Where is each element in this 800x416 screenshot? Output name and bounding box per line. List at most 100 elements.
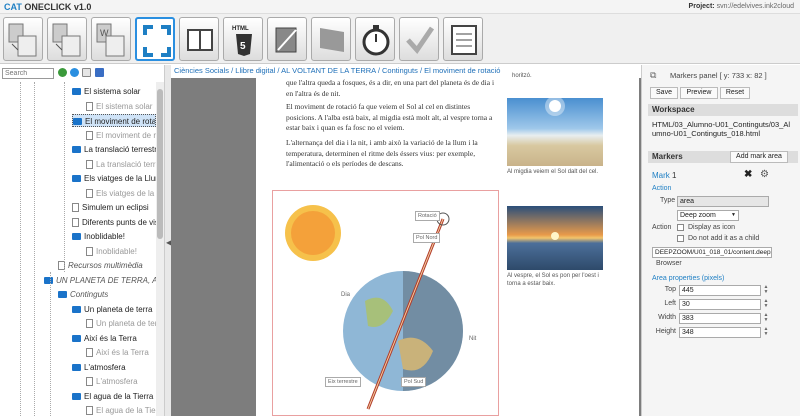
page-icon: [86, 348, 93, 358]
tree-scrollbar-thumb[interactable]: [157, 89, 163, 239]
svg-text:HTML: HTML: [232, 26, 249, 32]
page-icon: [72, 203, 79, 213]
sync-icon[interactable]: [70, 68, 79, 77]
folder-icon: [72, 363, 81, 371]
tree-node[interactable]: Inoblidable!: [72, 230, 156, 243]
tree-node[interactable]: Un planeta de terra: [72, 303, 156, 316]
prop-label-left: Left: [664, 300, 676, 307]
tree-node[interactable]: El moviment de rotació: [86, 129, 156, 142]
book-button[interactable]: [179, 17, 219, 61]
tree-node[interactable]: UN PLANETA DE TERRA, AIRE I AIGUA: [44, 274, 156, 287]
paragraph-2: L'alternança del dia i la nit, i amb aix…: [286, 138, 478, 168]
prop-input-left[interactable]: 30: [679, 299, 761, 310]
tree-node[interactable]: Continguts: [58, 288, 156, 301]
tree-node[interactable]: L'atmosfera: [72, 361, 156, 374]
sunset-photo: [507, 206, 603, 270]
tree-node-label: Inoblidable!: [84, 232, 125, 241]
browser-button[interactable]: Browser: [656, 260, 682, 267]
markers-button[interactable]: [135, 17, 175, 61]
tree-node[interactable]: Diferents punts de vista: [72, 216, 156, 229]
tree-node[interactable]: El moviment de rotació: [72, 114, 156, 127]
prop-input-height[interactable]: 348: [679, 327, 761, 338]
tree-node[interactable]: Recursos multimèdia: [58, 259, 156, 272]
reset-button[interactable]: Reset: [720, 87, 750, 99]
tree-node[interactable]: El agua de la Tierra: [72, 390, 156, 403]
not-child-checkbox[interactable]: [677, 235, 684, 242]
preview-button[interactable]: Preview: [680, 87, 718, 99]
settings-icon[interactable]: ⚙: [760, 169, 769, 180]
tree-node[interactable]: Un planeta de terra: [86, 317, 156, 330]
document-button[interactable]: [443, 17, 483, 61]
tree-node[interactable]: El sistema solar: [86, 100, 156, 113]
tree-node[interactable]: L'atmosfera: [86, 375, 156, 388]
collapse-icon[interactable]: [82, 68, 91, 77]
tree-node-label: Un planeta de terra: [84, 304, 153, 314]
stepper-icon[interactable]: ▲ ▼: [762, 285, 770, 296]
prop-input-top[interactable]: 445: [679, 285, 761, 296]
tree-node[interactable]: Els viatges de la Llum: [72, 172, 156, 185]
tree-node[interactable]: Inoblidable!: [86, 245, 156, 258]
not-child-label: Do not add it as a child: [688, 235, 760, 242]
tree-node-label: UN PLANETA DE TERRA, AIRE I AIGUA: [56, 275, 156, 285]
add-mark-area-button[interactable]: Add mark area: [730, 151, 788, 163]
tree-node-label: Diferents punts de vista: [82, 217, 156, 227]
mark-title[interactable]: Mark 1: [652, 171, 676, 180]
tree-node[interactable]: Així és la Terra: [72, 332, 156, 345]
page-icon: [72, 217, 79, 227]
save-button[interactable]: Save: [650, 87, 678, 99]
display-as-icon-checkbox[interactable]: [677, 224, 684, 231]
timer-button[interactable]: [355, 17, 395, 61]
label-rotation: Rotació: [415, 211, 440, 221]
tree-node-label: El moviment de rotació: [85, 117, 156, 126]
folder-icon: [72, 175, 81, 183]
page-icon: [86, 406, 93, 416]
tree-guide-line: [20, 82, 21, 416]
type-label: Type: [660, 197, 676, 204]
deepzoom-path-field[interactable]: DEEPZOOM/U01_018_01/content.deepz: [652, 247, 772, 258]
type-field[interactable]: area: [677, 196, 769, 207]
slash-button[interactable]: [267, 17, 307, 61]
search-input[interactable]: [2, 68, 54, 79]
stepper-icon[interactable]: ▲ ▼: [762, 327, 770, 338]
chevron-down-icon: ▼: [731, 212, 736, 218]
prop-input-width[interactable]: 383: [679, 313, 761, 324]
folder-icon: [72, 392, 81, 400]
svg-text:5: 5: [240, 41, 246, 52]
tree-node[interactable]: Així és la Terra: [86, 346, 156, 359]
tree-node[interactable]: La translació terrestre: [72, 143, 156, 156]
check-button[interactable]: [399, 17, 439, 61]
flag-button[interactable]: [311, 17, 351, 61]
caption-sunset: Al vespre, el Sol es pon per l'oest i to…: [507, 273, 599, 287]
word-to-html-button[interactable]: W: [91, 17, 131, 61]
app-title: CAT ONECLICK v1.0: [4, 2, 92, 12]
html-to-html-button[interactable]: [47, 17, 87, 61]
label-north-pole: Pol Nord: [413, 233, 441, 243]
stepper-icon[interactable]: ▲ ▼: [762, 313, 770, 324]
tree-guide-line: [34, 82, 35, 416]
mark-area-1[interactable]: Rotació Pol Nord Dia Nit Eix terrestre P…: [272, 190, 499, 416]
tree-node[interactable]: Simulem un eclipsi: [72, 201, 156, 214]
pdf-to-html-button[interactable]: [3, 17, 43, 61]
folder-icon: [58, 291, 67, 299]
tree-node[interactable]: Els viatges de la Llum: [86, 187, 156, 200]
zoom-select[interactable]: Deep zoom ▼: [677, 210, 739, 221]
markers-icon: [143, 25, 171, 57]
refresh-icon[interactable]: [58, 68, 67, 77]
page-icon: [86, 188, 93, 198]
expand-icon[interactable]: [95, 68, 104, 77]
tree-node-label: Els viatges de la Llum: [96, 188, 156, 198]
display-as-icon-label: Display as icon: [688, 224, 736, 231]
tree-node-label: Continguts: [70, 290, 109, 299]
tree-node[interactable]: El sistema solar: [72, 85, 156, 98]
slash-icon: [275, 27, 297, 53]
html5-editor-button[interactable]: HTML 5: [223, 17, 263, 61]
stepper-icon[interactable]: ▲ ▼: [762, 299, 770, 310]
delete-mark-icon[interactable]: ✖: [744, 169, 752, 180]
tree-node[interactable]: La translació terrestre: [86, 158, 156, 171]
check-icon: [406, 26, 435, 55]
word-to-html-icon: W: [96, 23, 125, 57]
tree-node[interactable]: El agua de la Tierra: [86, 404, 156, 416]
tree-node-label: Inoblidable!: [96, 246, 137, 256]
folder-icon: [72, 146, 81, 154]
project-info: Project: svn://edelvives.ink2cloud: [688, 3, 794, 10]
